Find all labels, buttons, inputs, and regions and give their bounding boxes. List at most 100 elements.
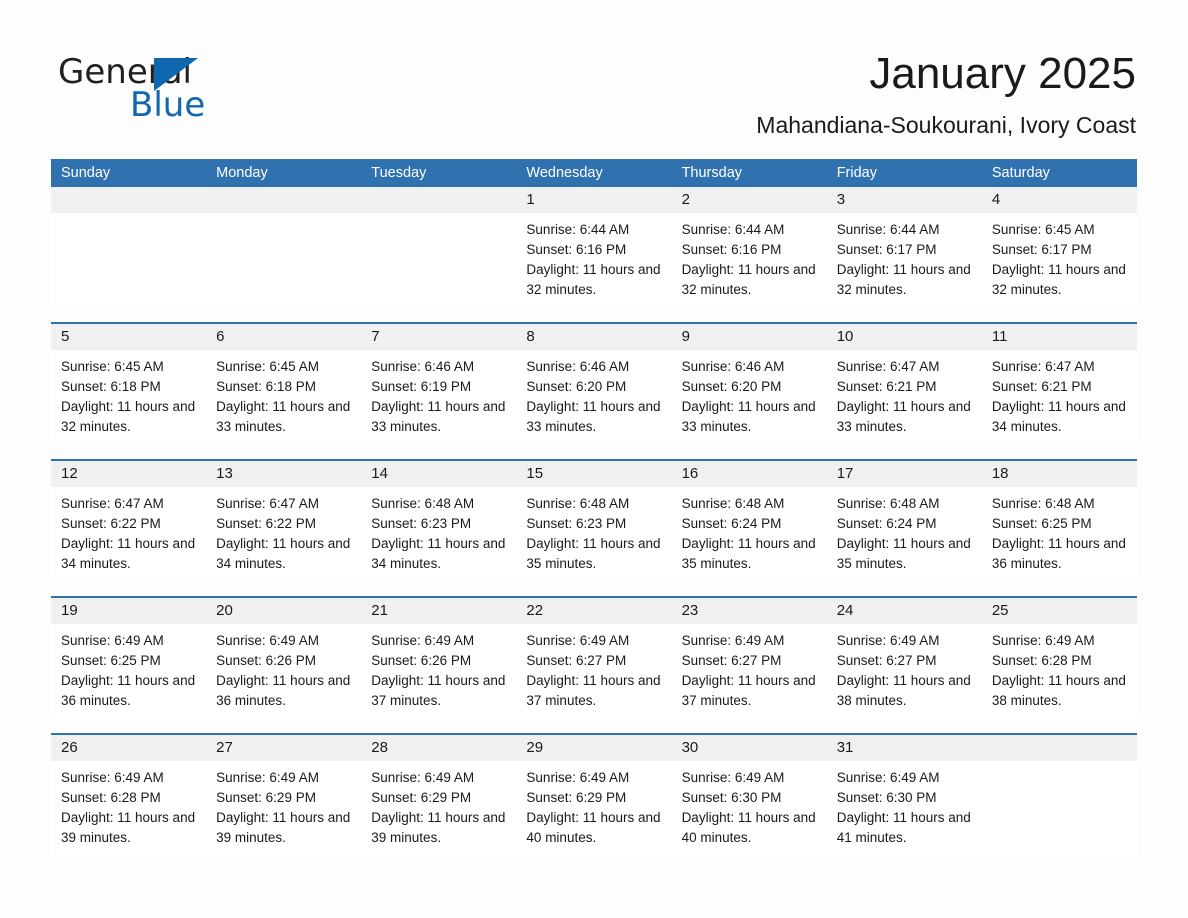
sunset-text: Sunset: 6:30 PM (681, 790, 782, 805)
day-info: Sunrise: 6:47 AM Sunset: 6:22 PM Dayligh… (51, 487, 206, 574)
daylight-text: Daylight: 11 hours and 36 minutes. (991, 536, 1126, 571)
daylight-text: Daylight: 11 hours and 37 minutes. (371, 673, 506, 708)
calendar-day-cell[interactable]: 17 Sunrise: 6:48 AM Sunset: 6:24 PM Dayl… (826, 461, 982, 582)
day-info: Sunrise: 6:44 AM Sunset: 6:16 PM Dayligh… (516, 213, 671, 300)
calendar-day-cell[interactable]: 2 Sunrise: 6:44 AM Sunset: 6:16 PM Dayli… (671, 187, 827, 308)
calendar-day-cell[interactable]: 7 Sunrise: 6:46 AM Sunset: 6:19 PM Dayli… (361, 324, 517, 445)
day-number: 7 (361, 324, 517, 350)
day-number: 4 (981, 187, 1137, 213)
calendar-day-cell[interactable]: 26 Sunrise: 6:49 AM Sunset: 6:28 PM Dayl… (51, 735, 207, 856)
calendar-day-cell[interactable]: 18 Sunrise: 6:48 AM Sunset: 6:25 PM Dayl… (981, 461, 1137, 582)
sunset-text: Sunset: 6:21 PM (991, 379, 1092, 394)
calendar-day-cell[interactable]: 12 Sunrise: 6:47 AM Sunset: 6:22 PM Dayl… (51, 461, 207, 582)
daylight-text: Daylight: 11 hours and 33 minutes. (526, 399, 661, 434)
page-header: General Blue January 2025 Mahandiana-Sou… (0, 0, 1188, 138)
day-info: Sunrise: 6:49 AM Sunset: 6:27 PM Dayligh… (516, 624, 671, 711)
weekday-header-friday: Friday (836, 165, 877, 181)
calendar-day-cell[interactable]: 28 Sunrise: 6:49 AM Sunset: 6:29 PM Dayl… (361, 735, 517, 856)
daylight-text: Daylight: 11 hours and 39 minutes. (216, 810, 351, 845)
sunrise-text: Sunrise: 6:47 AM (216, 496, 319, 511)
calendar-day-cell[interactable]: 13 Sunrise: 6:47 AM Sunset: 6:22 PM Dayl… (206, 461, 362, 582)
sunset-text: Sunset: 6:17 PM (836, 242, 937, 257)
daylight-text: Daylight: 11 hours and 32 minutes. (991, 262, 1126, 297)
sunrise-text: Sunrise: 6:47 AM (836, 359, 940, 374)
daylight-text: Daylight: 11 hours and 40 minutes. (526, 810, 661, 845)
calendar-day-cell[interactable]: 29 Sunrise: 6:49 AM Sunset: 6:29 PM Dayl… (516, 735, 672, 856)
calendar-day-cell[interactable]: 4 Sunrise: 6:45 AM Sunset: 6:17 PM Dayli… (981, 187, 1137, 308)
day-number: 27 (206, 735, 362, 761)
sunset-text: Sunset: 6:22 PM (216, 516, 316, 531)
calendar-day-cell[interactable]: 27 Sunrise: 6:49 AM Sunset: 6:29 PM Dayl… (206, 735, 362, 856)
daylight-text: Daylight: 11 hours and 32 minutes. (681, 262, 816, 297)
calendar-day-cell[interactable]: 23 Sunrise: 6:49 AM Sunset: 6:27 PM Dayl… (671, 598, 827, 719)
calendar-page: General Blue January 2025 Mahandiana-Sou… (0, 0, 1188, 918)
calendar-day-cell[interactable]: 31 Sunrise: 6:49 AM Sunset: 6:30 PM Dayl… (826, 735, 982, 856)
day-info: Sunrise: 6:49 AM Sunset: 6:29 PM Dayligh… (516, 761, 671, 848)
sunrise-text: Sunrise: 6:47 AM (61, 496, 164, 511)
sunrise-text: Sunrise: 6:46 AM (371, 359, 475, 374)
daylight-text: Daylight: 11 hours and 35 minutes. (836, 536, 971, 571)
day-number: 21 (361, 598, 517, 624)
day-info: Sunrise: 6:46 AM Sunset: 6:19 PM Dayligh… (361, 350, 516, 437)
calendar-day-cell[interactable]: 3 Sunrise: 6:44 AM Sunset: 6:17 PM Dayli… (826, 187, 982, 308)
day-info: Sunrise: 6:49 AM Sunset: 6:30 PM Dayligh… (672, 761, 827, 848)
calendar-day-cell[interactable]: 14 Sunrise: 6:48 AM Sunset: 6:23 PM Dayl… (361, 461, 517, 582)
sunrise-text: Sunrise: 6:49 AM (836, 770, 940, 785)
day-info: Sunrise: 6:49 AM Sunset: 6:27 PM Dayligh… (827, 624, 982, 711)
calendar-day-cell[interactable] (981, 735, 1137, 856)
calendar-day-cell[interactable]: 24 Sunrise: 6:49 AM Sunset: 6:27 PM Dayl… (826, 598, 982, 719)
sunrise-text: Sunrise: 6:49 AM (991, 633, 1095, 648)
sunset-text: Sunset: 6:24 PM (681, 516, 782, 531)
daylight-text: Daylight: 11 hours and 33 minutes. (836, 399, 971, 434)
calendar-day-cell[interactable] (361, 187, 517, 308)
calendar-day-cell[interactable]: 21 Sunrise: 6:49 AM Sunset: 6:26 PM Dayl… (361, 598, 517, 719)
day-info: Sunrise: 6:44 AM Sunset: 6:16 PM Dayligh… (672, 213, 827, 300)
calendar-day-cell[interactable]: 15 Sunrise: 6:48 AM Sunset: 6:23 PM Dayl… (516, 461, 672, 582)
calendar-day-cell[interactable]: 25 Sunrise: 6:49 AM Sunset: 6:28 PM Dayl… (981, 598, 1137, 719)
day-number: 16 (671, 461, 827, 487)
day-info: Sunrise: 6:49 AM Sunset: 6:25 PM Dayligh… (51, 624, 206, 711)
calendar-day-cell[interactable]: 9 Sunrise: 6:46 AM Sunset: 6:20 PM Dayli… (671, 324, 827, 445)
calendar-day-cell[interactable]: 10 Sunrise: 6:47 AM Sunset: 6:21 PM Dayl… (826, 324, 982, 445)
calendar-day-cell[interactable]: 6 Sunrise: 6:45 AM Sunset: 6:18 PM Dayli… (206, 324, 362, 445)
sunset-text: Sunset: 6:18 PM (216, 379, 316, 394)
day-info: Sunrise: 6:45 AM Sunset: 6:17 PM Dayligh… (982, 213, 1137, 300)
location-subtitle: Mahandiana-Soukourani, Ivory Coast (756, 112, 1136, 138)
calendar-day-cell[interactable] (51, 187, 207, 308)
calendar-day-cell[interactable]: 5 Sunrise: 6:45 AM Sunset: 6:18 PM Dayli… (51, 324, 207, 445)
calendar-day-cell[interactable] (206, 187, 362, 308)
day-number: 29 (516, 735, 672, 761)
day-number: 20 (206, 598, 362, 624)
day-number: 13 (206, 461, 362, 487)
sunset-text: Sunset: 6:20 PM (526, 379, 627, 394)
sunrise-text: Sunrise: 6:49 AM (526, 633, 630, 648)
calendar-day-cell[interactable]: 16 Sunrise: 6:48 AM Sunset: 6:24 PM Dayl… (671, 461, 827, 582)
calendar-day-cell[interactable]: 30 Sunrise: 6:49 AM Sunset: 6:30 PM Dayl… (671, 735, 827, 856)
daylight-text: Daylight: 11 hours and 39 minutes. (61, 810, 196, 845)
day-number: 14 (361, 461, 517, 487)
calendar-day-cell[interactable]: 22 Sunrise: 6:49 AM Sunset: 6:27 PM Dayl… (516, 598, 672, 719)
sunset-text: Sunset: 6:16 PM (681, 242, 782, 257)
general-blue-logo[interactable]: General Blue (58, 52, 278, 125)
calendar-day-cell[interactable]: 1 Sunrise: 6:44 AM Sunset: 6:16 PM Dayli… (516, 187, 672, 308)
calendar-day-cell[interactable]: 11 Sunrise: 6:47 AM Sunset: 6:21 PM Dayl… (981, 324, 1137, 445)
sunrise-text: Sunrise: 6:49 AM (216, 633, 319, 648)
logo-blue-text: Blue (130, 85, 206, 125)
sunrise-text: Sunrise: 6:49 AM (216, 770, 319, 785)
calendar-day-cell[interactable]: 8 Sunrise: 6:46 AM Sunset: 6:20 PM Dayli… (516, 324, 672, 445)
sunrise-text: Sunrise: 6:49 AM (61, 770, 164, 785)
calendar-day-cell[interactable]: 20 Sunrise: 6:49 AM Sunset: 6:26 PM Dayl… (206, 598, 362, 719)
day-number: 3 (826, 187, 982, 213)
page-title: January 2025 (869, 49, 1136, 98)
calendar-day-cell[interactable]: 19 Sunrise: 6:49 AM Sunset: 6:25 PM Dayl… (51, 598, 207, 719)
day-number (51, 187, 207, 213)
day-info (361, 213, 516, 220)
day-info: Sunrise: 6:48 AM Sunset: 6:23 PM Dayligh… (516, 487, 671, 574)
sunrise-text: Sunrise: 6:44 AM (681, 222, 785, 237)
day-info (51, 213, 206, 220)
sunset-text: Sunset: 6:22 PM (61, 516, 161, 531)
day-number: 12 (51, 461, 207, 487)
weekday-header-wednesday: Wednesday (526, 165, 603, 181)
day-info: Sunrise: 6:47 AM Sunset: 6:22 PM Dayligh… (206, 487, 361, 574)
sunrise-text: Sunrise: 6:44 AM (526, 222, 630, 237)
